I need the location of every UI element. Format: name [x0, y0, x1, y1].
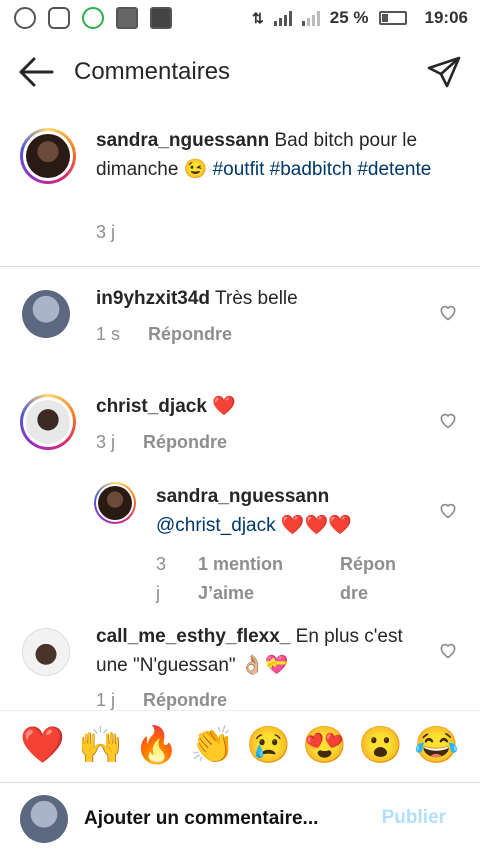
status-bar: ⇅ 25 % 19:06 [0, 0, 480, 36]
comment-composer: Publier [0, 782, 480, 854]
gallery-icon [116, 7, 138, 29]
hashtag-link[interactable]: #outfit [213, 159, 265, 180]
comment-meta: 1 s Répondre [96, 324, 232, 345]
avatar [26, 134, 70, 178]
caption-time: 3 j [96, 222, 116, 242]
comment-input[interactable] [84, 805, 364, 833]
battery-percent: 25 % [329, 8, 369, 27]
comment-time: 1 j [96, 690, 116, 710]
hashtag-link[interactable]: #detente [357, 159, 431, 180]
arrow-left-icon[interactable] [18, 56, 54, 88]
comment-username[interactable]: call_me_esthy_flexx_ [96, 626, 290, 647]
comment-body: ❤️ [206, 396, 236, 417]
comment-time: 3j [156, 554, 167, 603]
comment-text: call_me_esthy_flexx_ En plus c'est une "… [96, 622, 426, 680]
b-app-icon [14, 7, 36, 29]
caption-text: sandra_nguessann Bad bitch pour le diman… [96, 126, 456, 184]
avatar [26, 400, 70, 444]
avatar [20, 795, 68, 843]
heart-outline-icon[interactable] [438, 640, 458, 660]
paper-plane-icon[interactable] [426, 54, 462, 90]
heart-outline-icon[interactable] [438, 500, 458, 520]
comment-username[interactable]: in9yhzxit34d [96, 288, 210, 309]
data-arrows-icon: ⇅ [252, 9, 264, 26]
avatar[interactable] [22, 628, 70, 676]
comment-meta: 1 j Répondre [96, 690, 227, 710]
avatar-story-ring[interactable] [94, 482, 136, 524]
comment-text: christ_djack ❤️ [96, 392, 416, 421]
reply-button[interactable]: Répondre [148, 324, 232, 345]
likes-count-button[interactable]: 1 mention J’aime [198, 550, 318, 608]
top-bar: Commentaires [0, 40, 480, 104]
comment-body: ❤️❤️❤️ [275, 515, 352, 536]
emoji-fire-button[interactable]: 🔥 [134, 725, 179, 765]
heart-outline-icon[interactable] [438, 302, 458, 322]
comment-meta: 3j 1 mention J’aime Répon dre [156, 550, 410, 608]
emoji-heart-button[interactable]: ❤️ [20, 725, 65, 765]
reply-text: sandra_nguessann @christ_djack ❤️❤️❤️ [156, 482, 426, 540]
comment-username[interactable]: christ_djack [96, 396, 207, 417]
avatar [98, 486, 132, 520]
comment-body: Très belle [210, 288, 298, 309]
heart-outline-icon[interactable] [438, 410, 458, 430]
comment-time: 3 j [96, 432, 116, 452]
comment-meta: 3 j Répondre [96, 432, 227, 453]
reply-button[interactable]: Répondre [340, 550, 410, 608]
emoji-raised-hands-button[interactable]: 🙌 [78, 725, 123, 765]
comment-text: in9yhzxit34d Très belle [96, 284, 416, 313]
hashtag-link[interactable]: #badbitch [270, 159, 352, 180]
comment-time: 1 s [96, 324, 121, 344]
signal-icon [273, 10, 292, 26]
avatar-story-ring[interactable] [20, 394, 76, 450]
emoji-clapping-button[interactable]: 👏 [190, 725, 235, 765]
emoji-laughing-button[interactable]: 😂 [414, 725, 459, 765]
emoji-surprised-button[interactable]: 😮 [358, 725, 403, 765]
reply-button[interactable]: Répondre [143, 432, 227, 453]
caption-meta: 3 j [96, 222, 115, 243]
notification-icons [14, 7, 172, 29]
whatsapp-like-icon [82, 7, 104, 29]
mention-link[interactable]: @christ_djack [156, 515, 276, 536]
instagram-icon [48, 7, 70, 29]
system-indicators: ⇅ 25 % 19:06 [252, 8, 468, 28]
publish-button[interactable]: Publier [382, 807, 446, 829]
activity-icon [150, 7, 172, 29]
signal-icon-2 [301, 10, 320, 26]
clock: 19:06 [424, 8, 468, 27]
comment-username[interactable]: sandra_nguessann [156, 486, 329, 507]
caption-username[interactable]: sandra_nguessann [96, 130, 269, 151]
quick-emoji-bar: ❤️ 🙌 🔥 👏 😢 😍 😮 😂 [0, 710, 480, 782]
emoji-heart-eyes-button[interactable]: 😍 [302, 725, 347, 765]
emoji-crying-button[interactable]: 😢 [246, 725, 291, 765]
divider [0, 266, 480, 267]
avatar-story-ring[interactable] [20, 128, 76, 184]
battery-icon [378, 11, 407, 25]
avatar[interactable] [22, 290, 70, 338]
page-title: Commentaires [74, 58, 231, 85]
reply-button[interactable]: Répondre [143, 690, 227, 710]
